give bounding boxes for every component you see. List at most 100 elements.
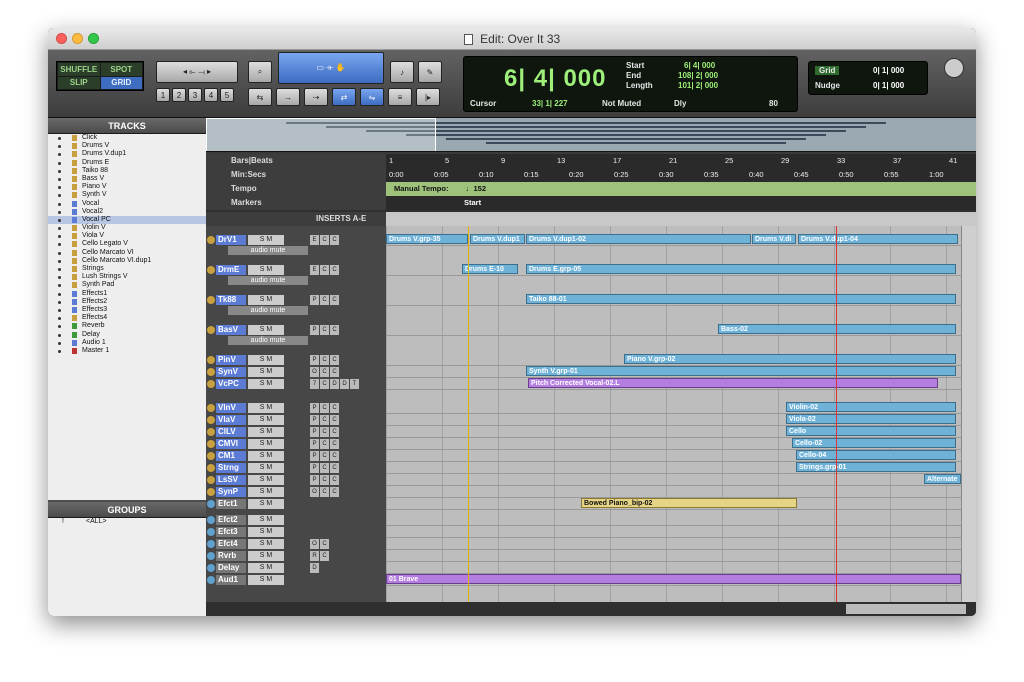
- insert-slot[interactable]: C: [330, 439, 339, 449]
- track-color-icon[interactable]: [207, 540, 215, 548]
- track-header-synp[interactable]: SynP S MOCC: [206, 486, 386, 498]
- active-dot-icon[interactable]: [58, 308, 61, 312]
- active-dot-icon[interactable]: [58, 341, 61, 345]
- audio-clip[interactable]: Drums V.grp-35: [386, 234, 468, 244]
- start-marker[interactable]: Start: [464, 198, 481, 207]
- track-name[interactable]: CMVI: [216, 439, 246, 449]
- active-dot-icon[interactable]: [58, 145, 61, 149]
- scrubber-tool-icon[interactable]: ♪: [390, 61, 414, 83]
- track-header-aud1[interactable]: Aud1 S M: [206, 574, 386, 586]
- track-list-item[interactable]: Bass V: [48, 175, 206, 183]
- track-list-item[interactable]: Cello Marcato VI: [48, 249, 206, 257]
- automation-view-select[interactable]: audio mute: [228, 336, 308, 345]
- track-name[interactable]: VlnV: [216, 403, 246, 413]
- toolbar-menu-icon[interactable]: [944, 58, 964, 78]
- track-name[interactable]: Efct3: [216, 527, 246, 537]
- universe-overview[interactable]: [206, 118, 976, 152]
- audio-clip[interactable]: Synth V.grp-01: [526, 366, 956, 376]
- insert-slot[interactable]: C: [320, 487, 329, 497]
- start-value[interactable]: 6| 4| 000: [684, 61, 715, 70]
- audio-clip[interactable]: Alternate: [924, 474, 961, 484]
- track-name[interactable]: SynP: [216, 487, 246, 497]
- solo-mute-buttons[interactable]: S M: [248, 539, 284, 549]
- track-header-drv1[interactable]: DrV1 S MECC: [206, 234, 386, 246]
- audio-clip[interactable]: Drums V.dup1: [470, 234, 525, 244]
- main-counter-value[interactable]: 6| 4| 000: [504, 65, 607, 93]
- vertical-scrollbar[interactable]: [961, 226, 976, 616]
- track-header-efct1[interactable]: Efct1 S M: [206, 498, 386, 510]
- active-dot-icon[interactable]: [58, 325, 61, 329]
- active-dot-icon[interactable]: [58, 333, 61, 337]
- active-dot-icon[interactable]: [58, 300, 61, 304]
- track-color-icon[interactable]: [207, 296, 215, 304]
- solo-mute-buttons[interactable]: S M: [248, 563, 284, 573]
- insert-slot[interactable]: C: [320, 439, 329, 449]
- track-name[interactable]: Strng: [216, 463, 246, 473]
- insert-slot[interactable]: 7: [310, 379, 319, 389]
- track-list-item[interactable]: Drums V: [48, 142, 206, 150]
- insert-slot[interactable]: C: [320, 265, 329, 275]
- track-name[interactable]: Efct2: [216, 515, 246, 525]
- insert-slot[interactable]: P: [310, 325, 319, 335]
- track-color-icon[interactable]: [207, 476, 215, 484]
- track-list-item[interactable]: Taiko 88: [48, 167, 206, 175]
- active-dot-icon[interactable]: [58, 194, 61, 198]
- track-header-drme[interactable]: DrmE S MECC: [206, 264, 386, 276]
- track-header-vlav[interactable]: VlaV S MPCC: [206, 414, 386, 426]
- track-list-item[interactable]: Master 1: [48, 347, 206, 355]
- track-lane[interactable]: [386, 562, 961, 574]
- end-value[interactable]: 108| 2| 000: [678, 71, 718, 80]
- active-dot-icon[interactable]: [58, 210, 61, 214]
- track-header-vcpc[interactable]: VcPC S M7CDDT: [206, 378, 386, 390]
- shuffle-mode-button[interactable]: SHUFFLE: [58, 63, 100, 76]
- automation-view-select[interactable]: audio mute: [228, 276, 308, 285]
- insert-slot[interactable]: C: [320, 415, 329, 425]
- zoom-preset-4[interactable]: 4: [204, 88, 218, 102]
- insert-slot[interactable]: C: [330, 451, 339, 461]
- insert-slot[interactable]: P: [310, 439, 319, 449]
- track-color-icon[interactable]: [207, 356, 215, 364]
- track-header-efct3[interactable]: Efct3 S M: [206, 526, 386, 538]
- insert-slot[interactable]: O: [310, 487, 319, 497]
- insert-slot[interactable]: C: [330, 403, 339, 413]
- audio-clip[interactable]: Cello-02: [792, 438, 956, 448]
- track-list-item[interactable]: Drums E: [48, 159, 206, 167]
- insert-slot[interactable]: C: [320, 451, 329, 461]
- markers-ruler[interactable]: Start: [386, 196, 976, 210]
- insert-slot[interactable]: C: [330, 415, 339, 425]
- track-list-item[interactable]: Audio 1: [48, 339, 206, 347]
- insert-slot[interactable]: C: [330, 427, 339, 437]
- active-dot-icon[interactable]: [58, 177, 61, 181]
- solo-mute-buttons[interactable]: S M: [248, 427, 284, 437]
- insert-slot[interactable]: C: [320, 427, 329, 437]
- track-header-efct2[interactable]: Efct2 S M: [206, 514, 386, 526]
- insertion-follows-icon[interactable]: ⇄: [332, 88, 356, 106]
- audio-clip[interactable]: Strings.grp-01: [796, 462, 956, 472]
- track-list-item[interactable]: Synth V: [48, 191, 206, 199]
- solo-mute-buttons[interactable]: S M: [248, 379, 284, 389]
- track-name[interactable]: LsSV: [216, 475, 246, 485]
- automation-view-select[interactable]: audio mute: [228, 246, 308, 255]
- audio-clip[interactable]: Taiko 88-01: [526, 294, 956, 304]
- active-dot-icon[interactable]: [58, 227, 61, 231]
- track-list-item[interactable]: Cello Legato V: [48, 240, 206, 248]
- track-color-icon[interactable]: [207, 488, 215, 496]
- track-list-item[interactable]: Drums V.dup1: [48, 150, 206, 158]
- zoom-tool-icon[interactable]: ⌕: [248, 61, 272, 83]
- track-list-item[interactable]: Vocal PC: [48, 215, 206, 225]
- zoom-preset-1[interactable]: 1: [156, 88, 170, 102]
- active-dot-icon[interactable]: [58, 161, 61, 165]
- active-dot-icon[interactable]: [58, 137, 61, 140]
- track-list-item[interactable]: Effects3: [48, 306, 206, 314]
- insert-slot[interactable]: P: [310, 415, 319, 425]
- insert-slot[interactable]: C: [320, 295, 329, 305]
- track-name[interactable]: Efct4: [216, 539, 246, 549]
- insert-slot[interactable]: C: [320, 403, 329, 413]
- audio-clip[interactable]: Piano V.grp-02: [624, 354, 956, 364]
- solo-mute-buttons[interactable]: S M: [248, 415, 284, 425]
- audio-clip[interactable]: Viola-02: [786, 414, 956, 424]
- grid-label[interactable]: Grid: [815, 66, 840, 75]
- track-header-tk88[interactable]: Tk88 S MPCC: [206, 294, 386, 306]
- track-name[interactable]: VlaV: [216, 415, 246, 425]
- overview-view-window[interactable]: [206, 118, 436, 151]
